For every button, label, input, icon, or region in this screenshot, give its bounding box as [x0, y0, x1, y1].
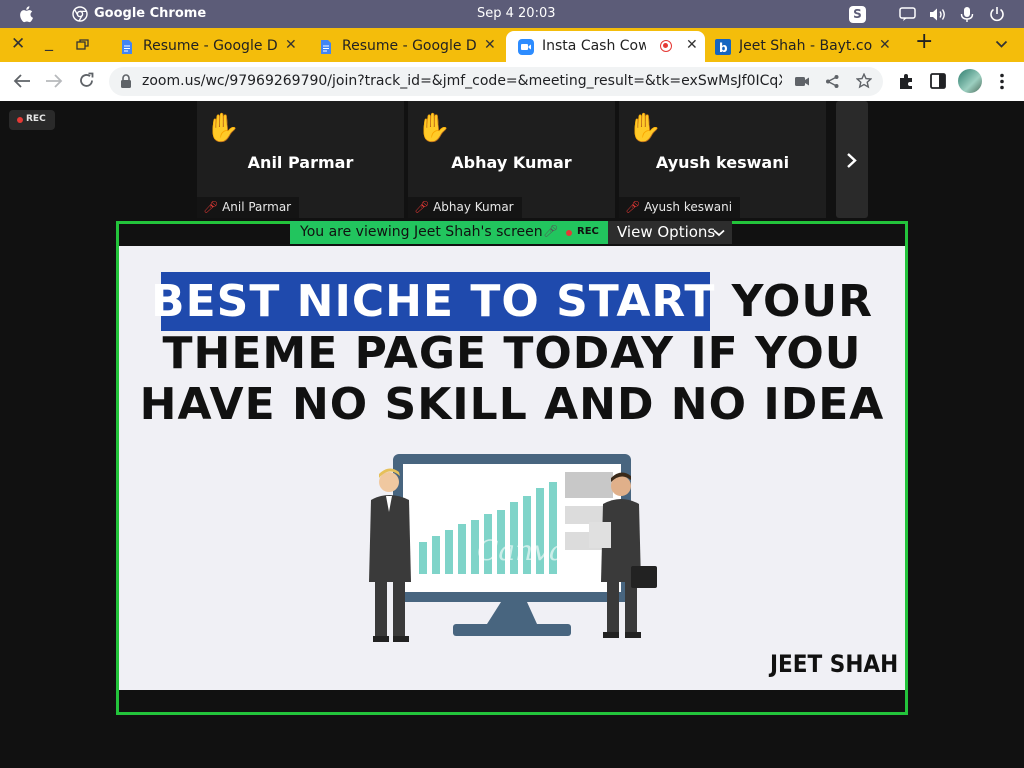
- share-icon[interactable]: [825, 74, 840, 89]
- close-window-icon[interactable]: ✕: [11, 34, 25, 54]
- chevron-right-icon: [847, 153, 857, 168]
- url-text[interactable]: zoom.us/wc/97969269790/join?track_id=&jm…: [142, 73, 782, 89]
- next-participants-button[interactable]: [836, 101, 868, 218]
- view-options-button[interactable]: View Options: [608, 221, 732, 244]
- back-icon[interactable]: [13, 73, 31, 89]
- restore-icon[interactable]: [76, 39, 89, 50]
- headline-highlight-text: BEST NICHE TO START: [151, 276, 716, 327]
- omnibox[interactable]: zoom.us/wc/97969269790/join?track_id=&jm…: [109, 67, 883, 96]
- tab-title: Resume - Google Do: [342, 38, 476, 54]
- slide-brand: JEET SHAH: [770, 650, 899, 678]
- headline-line-1-rest: YOUR: [715, 276, 873, 327]
- recording-icon: [660, 40, 672, 52]
- raised-hand-icon: ✋: [627, 111, 662, 144]
- new-tab-icon[interactable]: +: [915, 29, 933, 54]
- tab-title: Jeet Shah - Bayt.com: [739, 38, 873, 54]
- participant-label: 🎤︎ Ayush keswani: [619, 197, 741, 218]
- forward-icon[interactable]: [45, 73, 63, 89]
- view-options-label: View Options: [617, 223, 716, 241]
- rec-dot-icon: [566, 230, 572, 236]
- app-name[interactable]: Google Chrome: [94, 6, 206, 21]
- tab-strip: ✕ _ Resume - Google Do ✕ Resume - Google…: [0, 28, 1024, 62]
- bayt-icon: b: [715, 39, 731, 55]
- zoom-icon: [518, 39, 534, 55]
- headline-line-1: BEST NICHE TO START YOUR: [119, 276, 905, 327]
- recording-indicator: REC: [9, 110, 55, 130]
- participant-tile[interactable]: ✋ Anil Parmar 🎤︎ Anil Parmar: [197, 101, 404, 218]
- tab-close-icon[interactable]: ✕: [484, 37, 496, 53]
- google-docs-icon: [122, 40, 132, 54]
- power-icon[interactable]: [989, 6, 1005, 22]
- chevron-down-icon: [713, 229, 725, 237]
- headline-line-3: HAVE NO SKILL AND NO IDEA: [139, 379, 885, 430]
- raised-hand-icon: ✋: [416, 111, 451, 144]
- participant-label: 🎤︎ Abhay Kumar: [408, 197, 522, 218]
- mic-icon[interactable]: [960, 6, 974, 23]
- tab-title: Insta Cash Cow W: [542, 38, 646, 54]
- datetime[interactable]: Sep 4 20:03: [477, 6, 556, 21]
- tab-title: Resume - Google Do: [143, 38, 277, 54]
- google-docs-icon: [321, 40, 331, 54]
- minimize-icon[interactable]: _: [45, 32, 53, 51]
- participant-name: Ayush keswani: [644, 200, 733, 214]
- share-rec-label: REC: [577, 226, 599, 237]
- viewing-screen-banner: You are viewing Jeet Shah's screen 🎤︎ RE…: [290, 221, 608, 244]
- participant-name: Abhay Kumar: [433, 200, 514, 214]
- tab-bayt[interactable]: b Jeet Shah - Bayt.com ✕: [705, 31, 903, 62]
- rec-label: REC: [26, 114, 46, 124]
- participant-display-name: Ayush keswani: [655, 153, 790, 172]
- muted-mic-icon: 🎤︎: [625, 200, 641, 214]
- canva-watermark: Canva: [477, 534, 566, 567]
- svg-text:b: b: [719, 41, 728, 55]
- participant-label: 🎤︎ Anil Parmar: [197, 197, 300, 218]
- tab-close-icon[interactable]: ✕: [879, 37, 891, 53]
- participant-display-name: Abhay Kumar: [451, 153, 572, 172]
- tab-insta-cash-cow[interactable]: Insta Cash Cow W ✕: [506, 31, 705, 62]
- volume-icon[interactable]: [929, 7, 947, 22]
- mic-muted-icon: 🎤︎: [543, 224, 559, 238]
- reload-icon[interactable]: [78, 72, 95, 89]
- profile-avatar[interactable]: [958, 69, 982, 93]
- muted-mic-icon: 🎤︎: [414, 200, 430, 214]
- muted-mic-icon: 🎤︎: [203, 200, 219, 214]
- rec-dot-icon: [17, 117, 23, 123]
- side-panel-icon[interactable]: [930, 73, 946, 89]
- chat-icon[interactable]: [899, 7, 916, 22]
- viewing-screen-text: You are viewing Jeet Shah's screen: [300, 224, 543, 240]
- kebab-menu-icon[interactable]: [999, 73, 1005, 90]
- camera-icon[interactable]: [795, 76, 810, 87]
- tab-close-icon[interactable]: ✕: [686, 37, 698, 53]
- address-bar-row: zoom.us/wc/97969269790/join?track_id=&jm…: [0, 62, 1024, 102]
- apple-icon[interactable]: [19, 5, 35, 23]
- chrome-icon: [72, 6, 88, 22]
- headline-line-2: THEME PAGE TODAY IF YOU: [162, 328, 862, 379]
- lock-icon[interactable]: [120, 74, 132, 89]
- raised-hand-icon: ✋: [205, 111, 240, 144]
- participant-display-name: Anil Parmar: [247, 153, 354, 172]
- tab-resume-1[interactable]: Resume - Google Do ✕: [107, 31, 305, 62]
- participant-name: Anil Parmar: [222, 200, 292, 214]
- participant-tile[interactable]: ✋ Ayush keswani 🎤︎ Ayush keswani: [619, 101, 826, 218]
- tab-resume-2[interactable]: Resume - Google Do ✕: [306, 31, 504, 62]
- os-top-bar: Google Chrome Sep 4 20:03 S: [0, 0, 1024, 28]
- extensions-icon[interactable]: [898, 73, 915, 90]
- participant-tile[interactable]: ✋ Abhay Kumar 🎤︎ Abhay Kumar: [408, 101, 615, 218]
- tab-close-icon[interactable]: ✕: [285, 37, 297, 53]
- chevron-down-icon[interactable]: [995, 40, 1008, 49]
- skype-icon[interactable]: S: [849, 6, 866, 23]
- bookmark-star-icon[interactable]: [856, 73, 872, 89]
